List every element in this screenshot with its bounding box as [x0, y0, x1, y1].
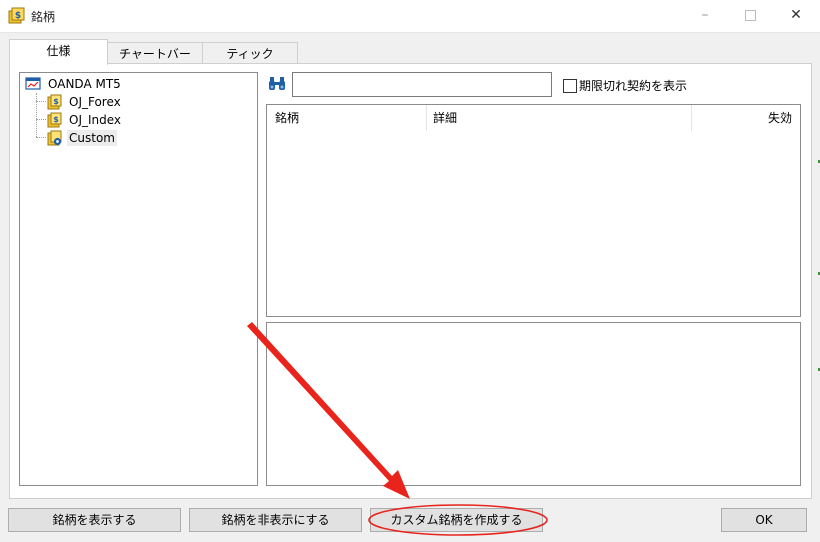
column-divider[interactable] [426, 105, 427, 131]
table-header: 銘柄 詳細 失効 [267, 105, 800, 131]
tree-item-label: OANDA MT5 [48, 77, 121, 91]
show-expired-checkbox[interactable] [563, 79, 577, 93]
custom-folder-gear-icon [47, 130, 62, 146]
window-title: 銘柄 [31, 10, 56, 24]
svg-text:$: $ [53, 115, 59, 124]
tree-item-label: Custom [67, 130, 117, 146]
ok-button[interactable]: OK [721, 508, 807, 532]
symbol-search-input[interactable] [292, 72, 552, 97]
svg-text:$: $ [15, 11, 21, 21]
tab-specification[interactable]: 仕様 [9, 39, 108, 65]
column-divider[interactable] [691, 105, 692, 131]
svg-text:$: $ [53, 97, 59, 106]
show-symbol-button[interactable]: 銘柄を表示する [8, 508, 181, 532]
symbol-tree[interactable]: OANDA MT5 $ OJ_Forex $ OJ_Index Custom [19, 72, 258, 486]
close-button[interactable]: ✕ [773, 0, 819, 32]
tree-guide-line [36, 93, 37, 137]
tree-guide-line [36, 119, 46, 120]
title-bar: $ 銘柄 – ✕ [0, 0, 820, 33]
maximize-icon [744, 9, 756, 21]
folder-symbol-icon: $ [47, 94, 62, 110]
show-expired-label: 期限切れ契約を表示 [579, 79, 688, 93]
binoculars-icon[interactable] [268, 77, 286, 91]
symbols-table[interactable]: 銘柄 詳細 失効 [266, 104, 801, 317]
column-header-expiration[interactable]: 失効 [768, 105, 792, 131]
symbols-app-icon: $ [8, 7, 25, 24]
tree-item-label: OJ_Index [69, 113, 122, 127]
column-header-description[interactable]: 詳細 [433, 105, 457, 131]
column-header-symbol[interactable]: 銘柄 [275, 105, 299, 131]
create-custom-symbol-button[interactable]: カスタム銘柄を作成する [370, 508, 543, 532]
hide-symbol-button[interactable]: 銘柄を非表示にする [189, 508, 362, 532]
minimize-button[interactable]: – [682, 0, 728, 32]
tree-item-label: OJ_Forex [69, 95, 121, 109]
tree-guide-line [36, 101, 46, 102]
symbol-details-panel[interactable] [266, 322, 801, 486]
folder-symbol-icon: $ [47, 112, 62, 128]
tree-guide-line [36, 137, 46, 138]
tab-chart-bars[interactable]: チャートバー [107, 42, 203, 65]
tab-ticks[interactable]: ティック [202, 42, 298, 65]
server-icon [25, 77, 41, 90]
maximize-button[interactable] [727, 0, 773, 32]
